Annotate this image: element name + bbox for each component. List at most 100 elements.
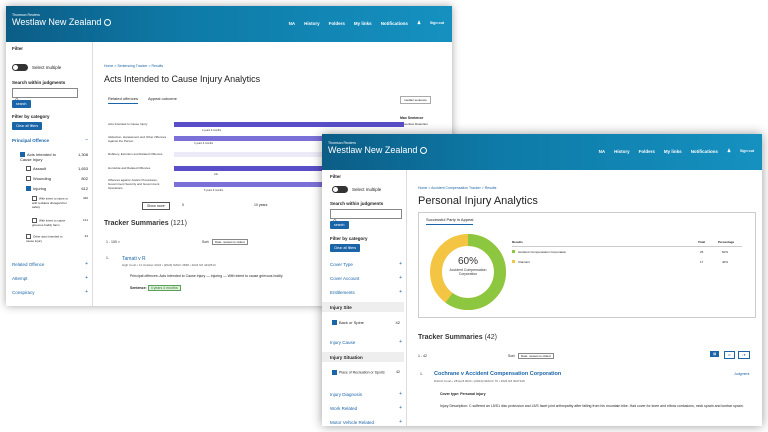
- case-title-link[interactable]: Tamati v R: [122, 256, 146, 262]
- table-cell-total: 25: [700, 250, 704, 254]
- select-multiple-toggle[interactable]: [332, 186, 348, 193]
- collapse-icon[interactable]: –: [85, 137, 88, 143]
- bar-tooltip: Life: [214, 173, 219, 176]
- filter-item[interactable]: Injuring 612: [26, 186, 88, 192]
- pagination[interactable]: 1 - 42: [418, 354, 427, 358]
- filter-heading: Filter: [330, 174, 342, 179]
- nav-folders[interactable]: Folders: [639, 149, 655, 154]
- expand-icon[interactable]: +: [85, 261, 88, 267]
- nav-history[interactable]: History: [304, 21, 320, 26]
- nav-notifications[interactable]: Notifications: [691, 149, 718, 154]
- expand-icon[interactable]: +: [399, 391, 402, 397]
- download-icon[interactable]: ↓▾: [738, 351, 750, 359]
- bar-tooltip: 3 years 6 months: [194, 142, 214, 145]
- axis-tick: 10 years: [254, 203, 268, 207]
- search-button[interactable]: search: [12, 100, 31, 108]
- nav-sign-out[interactable]: Sign out: [740, 149, 754, 153]
- select-multiple-toggle[interactable]: [12, 64, 28, 71]
- case-meta: High Court • 11 October 2024 • [2024] NZ…: [122, 263, 216, 267]
- donut-label: Accident Compensation Corporation: [449, 268, 487, 276]
- injury-site-section[interactable]: Injury Site: [322, 302, 404, 312]
- brand-circle-icon: [420, 147, 428, 155]
- nav-na[interactable]: NA: [599, 149, 606, 154]
- legend-swatch-icon: [512, 260, 515, 263]
- filter-heading: Filter: [12, 46, 24, 51]
- nav-my-links[interactable]: My links: [354, 21, 372, 26]
- sentence-badge: 4 years 4 months: [147, 285, 181, 291]
- breadcrumb[interactable]: Home > Sentencing Tracker > Results: [104, 64, 163, 68]
- personal-injury-screenshot: Thomson Reuters Westlaw New Zealand NA H…: [322, 134, 762, 426]
- axis-tick: 0: [182, 203, 184, 207]
- work-related-section[interactable]: Work Related: [330, 406, 357, 411]
- sort-select[interactable]: Date: newest to oldest: [518, 353, 554, 359]
- brand-logo[interactable]: Westlaw New Zealand: [12, 17, 112, 27]
- principal-offence-heading[interactable]: Principal Offence: [12, 138, 49, 143]
- search-input[interactable]: ⚲: [330, 209, 402, 225]
- tab-related-offences[interactable]: Related offences: [108, 96, 138, 104]
- search-button[interactable]: search: [330, 221, 349, 229]
- top-nav: NA History Folders My links Notification…: [289, 20, 444, 26]
- header-bar: Thomson Reuters Westlaw New Zealand NA H…: [322, 134, 762, 170]
- chart-row-label: Offences against Justice Procedures, Gov…: [108, 178, 160, 190]
- attempt-section[interactable]: Attempt: [12, 276, 28, 281]
- folder-icon[interactable]: ▤: [710, 351, 720, 357]
- expand-icon[interactable]: +: [399, 405, 402, 411]
- motor-vehicle-section[interactable]: Motor Vehicle Related: [330, 420, 374, 425]
- expand-icon[interactable]: +: [399, 261, 402, 267]
- nav-folders[interactable]: Folders: [329, 21, 345, 26]
- breadcrumb[interactable]: Home > Accident Compensation Tracker > R…: [418, 186, 496, 190]
- case-title-link[interactable]: Cochrane v Accident Compensation Corpora…: [434, 371, 561, 377]
- cover-type-section[interactable]: Cover Type: [330, 262, 353, 267]
- related-offence-section[interactable]: Related Offence: [12, 262, 44, 267]
- injury-diagnosis-section[interactable]: Injury Diagnosis: [330, 392, 362, 397]
- chart-bar[interactable]: [174, 122, 404, 127]
- tab-successful-party[interactable]: Successful Party in Appeal: [426, 217, 474, 225]
- nav-na[interactable]: NA: [289, 21, 296, 26]
- injury-situation-section[interactable]: Injury Situation: [322, 352, 404, 362]
- conspiracy-section[interactable]: Conspiracy: [12, 290, 35, 295]
- judgment-tag[interactable]: Judgment: [734, 372, 749, 376]
- brand-logo[interactable]: Westlaw New Zealand: [328, 145, 428, 155]
- expand-icon[interactable]: +: [85, 289, 88, 295]
- tab-appeal-outcome[interactable]: Appeal outcome: [148, 96, 177, 104]
- clear-filters-button[interactable]: Clear all filters: [330, 244, 361, 252]
- max-sentence-label: Max Sentence: [400, 116, 424, 120]
- filter-item[interactable]: Back or Spine 42: [332, 320, 400, 326]
- filter-item[interactable]: With intent to cause grievous bodily har…: [32, 218, 88, 227]
- case-meta: District Court • 28 April 2024 • [2024] …: [434, 379, 525, 383]
- filter-item[interactable]: Assault 1,653: [26, 166, 88, 172]
- main-content: Home > Accident Compensation Tracker > R…: [412, 170, 762, 426]
- select-multiple-label: Select multiple: [32, 65, 62, 70]
- show-more-button[interactable]: Show more: [142, 202, 170, 210]
- expand-icon[interactable]: +: [399, 289, 402, 295]
- user-icon[interactable]: ♟: [417, 20, 421, 26]
- sentence-dropdown[interactable]: median sentence: [400, 96, 431, 104]
- cover-account-section[interactable]: Cover Account: [330, 276, 359, 281]
- expand-icon[interactable]: +: [85, 275, 88, 281]
- filter-item[interactable]: Other acts intended to cause injury 34: [26, 234, 88, 243]
- nav-sign-out[interactable]: Sign out: [430, 21, 444, 25]
- search-input[interactable]: ⚲: [12, 88, 78, 104]
- sort-select[interactable]: Date: newest to oldest: [212, 239, 248, 245]
- link-icon[interactable]: ∞: [724, 351, 735, 359]
- chart-row-label: Acts Intended to Cause Injury: [108, 122, 148, 126]
- entitlements-section[interactable]: Entitlements: [330, 290, 355, 295]
- injury-cause-section[interactable]: Injury Cause: [330, 340, 355, 345]
- page-title: Personal Injury Analytics: [418, 195, 538, 207]
- expand-icon[interactable]: +: [399, 419, 402, 425]
- filter-item[interactable]: Place of Recreation or Sports 42: [332, 370, 400, 375]
- expand-icon[interactable]: +: [399, 275, 402, 281]
- nav-notifications[interactable]: Notifications: [381, 21, 408, 26]
- clear-filters-button[interactable]: Clear all filters: [12, 122, 43, 130]
- expand-icon[interactable]: +: [399, 339, 402, 345]
- chart-row-label: Robbery, Extortion and Related Offences: [108, 152, 163, 156]
- filter-item[interactable]: Wounding 802: [26, 176, 88, 182]
- table-cell-pct: 60%: [722, 250, 729, 254]
- nav-my-links[interactable]: My links: [664, 149, 682, 154]
- user-icon[interactable]: ♟: [727, 148, 731, 154]
- search-label: Search within judgments: [12, 80, 66, 85]
- pagination[interactable]: 1 - 100 >: [106, 240, 120, 244]
- nav-history[interactable]: History: [614, 149, 630, 154]
- filter-item[interactable]: With intent to injure or with reckless d…: [32, 196, 88, 209]
- filter-item[interactable]: Acts Intended to Cause Injury 1,308: [20, 152, 88, 162]
